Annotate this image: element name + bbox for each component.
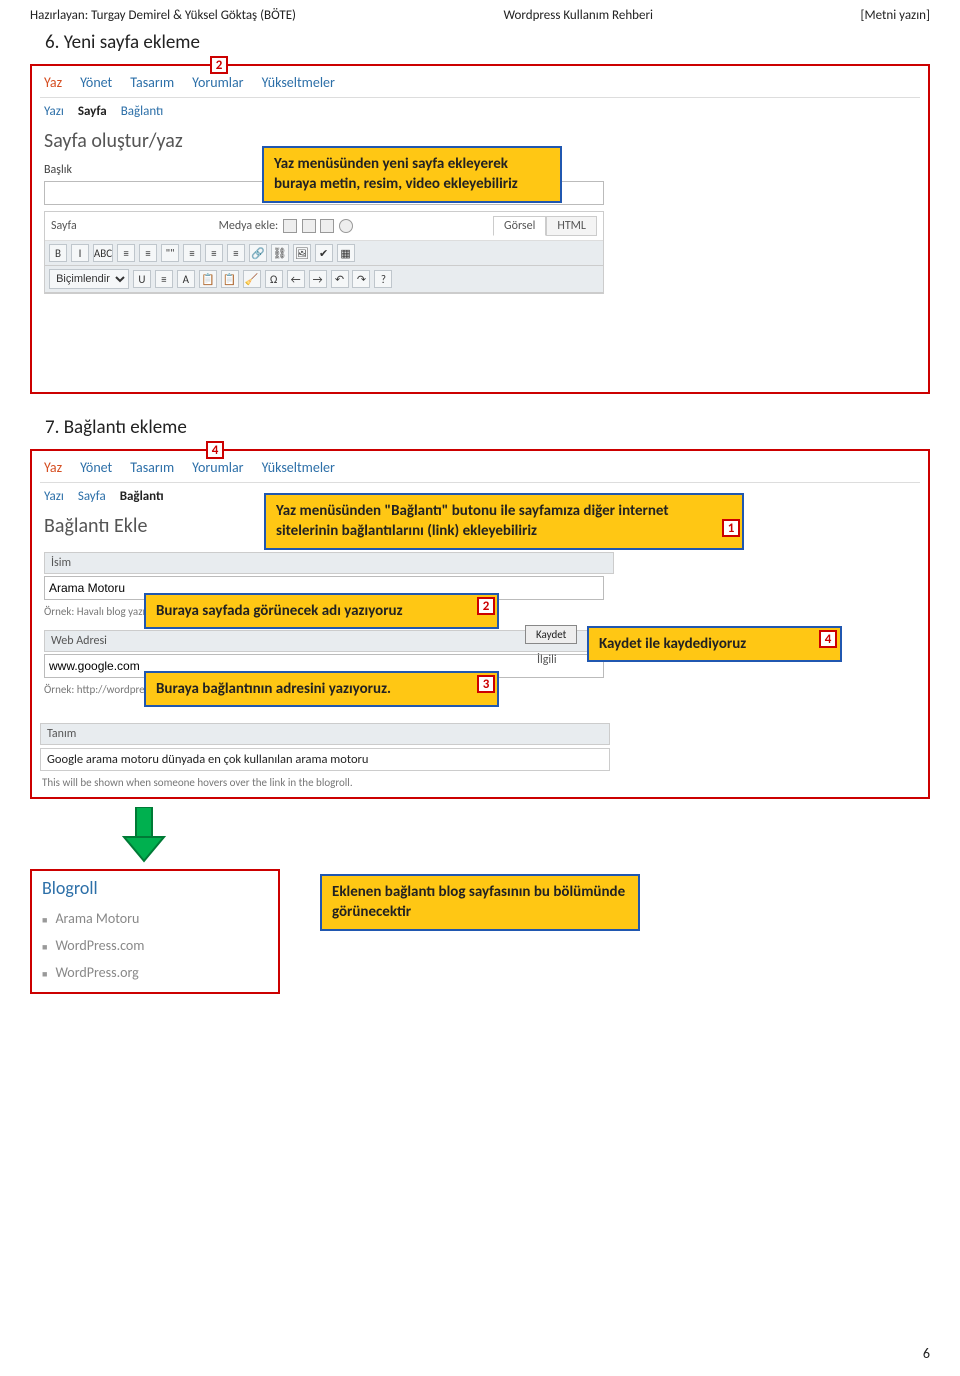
tb-spell[interactable]: ✔ bbox=[315, 244, 333, 262]
callout-link-info: Yaz menüsünden "Bağlantı" butonu ile say… bbox=[264, 493, 744, 550]
section7-title: 7. Bağlantı ekleme bbox=[0, 412, 960, 447]
tanim-hint: This will be shown when someone hovers o… bbox=[42, 776, 353, 789]
callout-blogroll: Eklenen bağlantı blog sayfasının bu bölü… bbox=[320, 874, 640, 931]
tb-indent[interactable]: → bbox=[309, 270, 327, 288]
media-other-icon[interactable] bbox=[339, 219, 353, 233]
header-center: Wordpress Kullanım Rehberi bbox=[504, 8, 653, 23]
section6-title: 6. Yeni sayfa ekleme bbox=[0, 27, 960, 62]
wp-main-tabs: Yaz Yönet Tasarım Yorumlar Yükseltmeler bbox=[40, 72, 920, 98]
tb-paste[interactable]: 📋 bbox=[199, 270, 217, 288]
tb-align-j[interactable]: ≡ bbox=[155, 270, 173, 288]
blogroll-title: Blogroll bbox=[32, 877, 278, 905]
tb-redo[interactable]: ↷ bbox=[352, 270, 370, 288]
tab-yonet[interactable]: Yönet bbox=[80, 74, 112, 91]
media-video-icon[interactable] bbox=[302, 219, 316, 233]
wp-sub-tabs: Yazı Sayfa Bağlantı bbox=[40, 98, 920, 123]
blogroll-item[interactable]: WordPress.com bbox=[32, 932, 278, 959]
subtab-sayfa[interactable]: Sayfa bbox=[78, 104, 107, 119]
editor-toolbar-row2: Biçimlendir U ≡ A 📋 📋 🧹 Ω ← → ↶ ↷ ? bbox=[45, 266, 603, 293]
step-1: 1 bbox=[722, 519, 740, 537]
tb-quote[interactable]: "" bbox=[161, 244, 179, 262]
tab-tasarim[interactable]: Tasarım bbox=[130, 74, 174, 91]
subtab-yazi[interactable]: Yazı bbox=[44, 104, 64, 119]
blogroll-widget: Blogroll Arama Motoru WordPress.com Word… bbox=[30, 869, 280, 994]
tb-strike[interactable]: ABC bbox=[93, 244, 113, 262]
screenshot-add-link: 4 Yaz Yönet Tasarım Yorumlar Yükseltmele… bbox=[30, 449, 930, 799]
blogroll-section: Blogroll Arama Motoru WordPress.com Word… bbox=[30, 869, 280, 994]
step-3: 3 bbox=[477, 675, 495, 693]
subtab-sayfa-2[interactable]: Sayfa bbox=[78, 489, 106, 504]
tb-bold[interactable]: B bbox=[49, 244, 67, 262]
callout-url: Buraya bağlantının adresini yazıyoruz. bbox=[144, 671, 499, 707]
subtab-baglanti-2[interactable]: Bağlantı bbox=[120, 489, 164, 504]
media-audio-icon[interactable] bbox=[320, 219, 334, 233]
tab-yorumlar-2[interactable]: Yorumlar bbox=[192, 459, 243, 476]
editor-tab-html[interactable]: HTML bbox=[546, 216, 597, 236]
tab-tasarim-2[interactable]: Tasarım bbox=[130, 459, 174, 476]
tb-align-r[interactable]: ≡ bbox=[227, 244, 245, 262]
tanim-input[interactable]: Google arama motoru dünyada en çok kulla… bbox=[40, 748, 610, 771]
tb-link[interactable]: 🔗 bbox=[249, 244, 267, 262]
tab-yorumlar[interactable]: Yorumlar bbox=[192, 74, 243, 91]
tb-outdent[interactable]: ← bbox=[287, 270, 305, 288]
editor-head-label: Sayfa bbox=[51, 219, 77, 233]
badge-2: 2 bbox=[210, 56, 228, 74]
tb-underline[interactable]: U bbox=[133, 270, 151, 288]
editor-toolbar-row1: B I ABC ≡ ≡ "" ≡ ≡ ≡ 🔗 ⛓ 🖼 ✔ ▦ bbox=[45, 241, 603, 266]
callout-save: Kaydet ile kaydediyoruz bbox=[587, 626, 842, 662]
tb-italic[interactable]: I bbox=[71, 244, 89, 262]
tab-yaz-2[interactable]: Yaz bbox=[44, 459, 62, 476]
tab-yaz[interactable]: Yaz bbox=[44, 74, 62, 91]
isim-head: İsim bbox=[44, 552, 614, 574]
tb-undo[interactable]: ↶ bbox=[331, 270, 349, 288]
header-left: Hazırlayan: Turgay Demirel & Yüksel Gökt… bbox=[30, 8, 296, 23]
media-image-icon[interactable] bbox=[283, 219, 297, 233]
blogroll-item[interactable]: Arama Motoru bbox=[32, 905, 278, 932]
tanim-head: Tanım bbox=[40, 723, 610, 745]
arrow-down-icon bbox=[120, 807, 168, 863]
save-button[interactable]: Kaydet bbox=[525, 625, 577, 644]
tb-kitchensink[interactable]: ▦ bbox=[337, 244, 355, 262]
tb-help[interactable]: ? bbox=[374, 270, 392, 288]
wp-main-tabs-2: Yaz Yönet Tasarım Yorumlar Yükseltmeler bbox=[40, 457, 920, 483]
subtab-yazi-2[interactable]: Yazı bbox=[44, 489, 64, 504]
tb-ol[interactable]: ≡ bbox=[139, 244, 157, 262]
editor-tab-gorsel[interactable]: Görsel bbox=[493, 216, 546, 236]
callout-name: Buraya sayfada görünecek adı yazıyoruz bbox=[144, 593, 499, 629]
badge-4: 4 bbox=[206, 441, 224, 459]
tb-unlink[interactable]: ⛓ bbox=[271, 244, 289, 262]
tb-ul[interactable]: ≡ bbox=[117, 244, 135, 262]
page-header: Hazırlayan: Turgay Demirel & Yüksel Gökt… bbox=[0, 0, 960, 27]
header-right: [Metni yazın] bbox=[861, 8, 930, 23]
tb-textcolor[interactable]: A bbox=[177, 270, 195, 288]
tb-image[interactable]: 🖼 bbox=[293, 244, 311, 262]
callout-new-page: Yaz menüsünden yeni sayfa ekleyerek bura… bbox=[262, 146, 562, 203]
editor-media-label: Medya ekle: bbox=[219, 219, 279, 233]
step-4: 4 bbox=[819, 630, 837, 648]
editor-frame: Sayfa Medya ekle: Görsel HTML B I ABC ≡ … bbox=[44, 211, 604, 294]
subtab-baglanti[interactable]: Bağlantı bbox=[121, 104, 164, 119]
tb-align-c[interactable]: ≡ bbox=[205, 244, 223, 262]
tb-paste-word[interactable]: 📋 bbox=[221, 270, 239, 288]
tb-charmap[interactable]: Ω bbox=[265, 270, 283, 288]
tb-format-select[interactable]: Biçimlendir bbox=[49, 269, 129, 289]
tb-clear[interactable]: 🧹 bbox=[243, 270, 261, 288]
blogroll-item[interactable]: WordPress.org bbox=[32, 959, 278, 986]
tab-yukseltmeler[interactable]: Yükseltmeler bbox=[262, 74, 335, 91]
ilgili-label: İlgili bbox=[537, 653, 557, 667]
tab-yonet-2[interactable]: Yönet bbox=[80, 459, 112, 476]
tb-align-l[interactable]: ≡ bbox=[183, 244, 201, 262]
step-2: 2 bbox=[477, 597, 495, 615]
page-number: 6 bbox=[923, 1345, 930, 1362]
editor-head: Sayfa Medya ekle: Görsel HTML bbox=[45, 212, 603, 241]
screenshot-new-page: 2 Yaz Yönet Tasarım Yorumlar Yükseltmele… bbox=[30, 64, 930, 394]
tab-yukseltmeler-2[interactable]: Yükseltmeler bbox=[262, 459, 335, 476]
